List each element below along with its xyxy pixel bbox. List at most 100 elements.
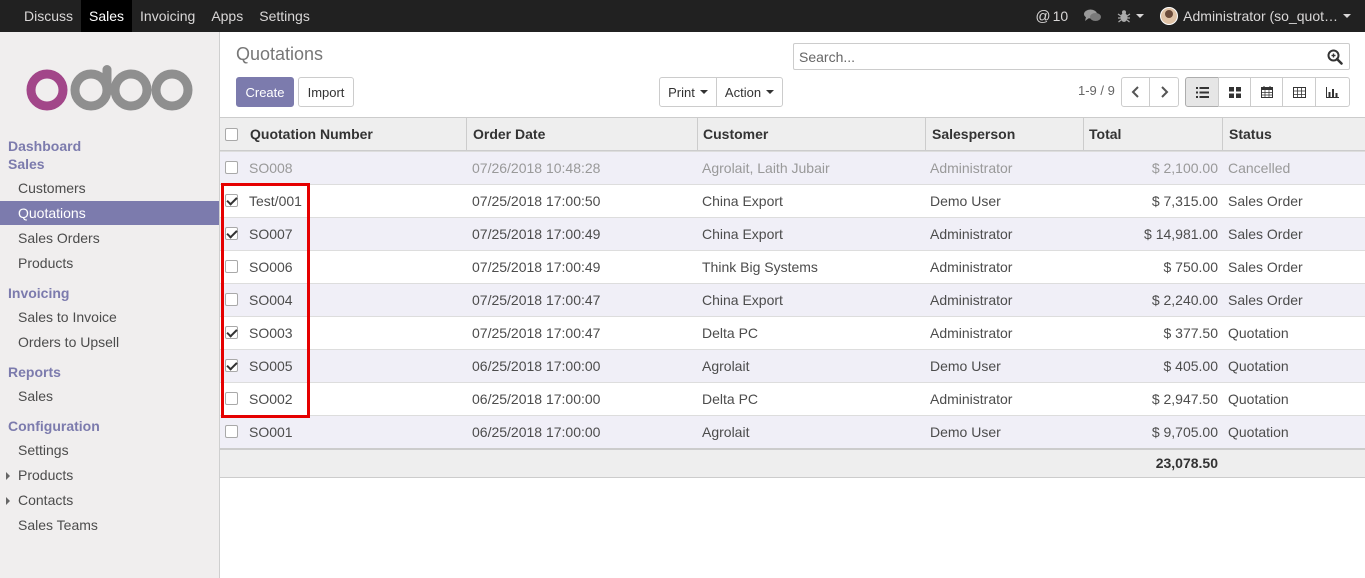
cell-quotation-number: SO006: [249, 259, 293, 275]
column-header-date[interactable]: Order Date: [473, 118, 545, 150]
column-header-number[interactable]: Quotation Number: [250, 118, 373, 150]
row-checkbox[interactable]: [225, 392, 238, 405]
cell-total: $ 9,705.00: [1151, 424, 1218, 440]
column-divider: [925, 118, 926, 152]
cell-quotation-number: SO001: [249, 424, 293, 440]
pager-next-button[interactable]: [1149, 77, 1179, 107]
messaging-button[interactable]: [1076, 0, 1109, 32]
at-icon: @: [1035, 7, 1051, 25]
debug-menu-button[interactable]: [1109, 0, 1152, 32]
cell-quotation-number: SO007: [249, 226, 293, 242]
sidebar-item-contacts[interactable]: Contacts: [0, 488, 219, 512]
sidebar-item-sales-teams[interactable]: Sales Teams: [0, 513, 219, 537]
cell-salesperson: Demo User: [930, 424, 1001, 440]
sidebar-dashboard[interactable]: Dashboard: [8, 138, 81, 154]
user-menu[interactable]: Administrator (so_quot…: [1152, 0, 1359, 32]
menu-apps[interactable]: Apps: [203, 0, 251, 32]
mentions-button[interactable]: @ 10: [1027, 0, 1076, 32]
cell-total: $ 14,981.00: [1144, 226, 1218, 242]
kanban-view-icon: [1228, 86, 1241, 98]
cell-total: $ 2,947.50: [1151, 391, 1218, 407]
calendar-view-button[interactable]: [1250, 77, 1283, 107]
create-button[interactable]: Create: [236, 77, 294, 107]
cell-status: Sales Order: [1228, 193, 1303, 209]
chevron-down-icon: [1136, 14, 1145, 18]
search-input[interactable]: [794, 44, 1314, 69]
row-checkbox[interactable]: [225, 260, 238, 273]
sidebar-item-quotations[interactable]: Quotations: [0, 201, 219, 225]
sidebar-item-reports-sales[interactable]: Sales: [0, 384, 219, 408]
row-checkbox[interactable]: [225, 326, 238, 339]
cell-total: $ 2,100.00: [1151, 160, 1218, 176]
column-header-total[interactable]: Total: [1089, 118, 1121, 150]
systray: @ 10 Administrator (so_quot…: [1027, 0, 1365, 32]
table-row[interactable]: Test/001 07/25/2018 17:00:50 China Export D…: [220, 184, 1365, 217]
table-row[interactable]: SO005 06/25/2018 17:00:00 Agrolait Demo Use…: [220, 349, 1365, 382]
row-checkbox[interactable]: [225, 194, 238, 207]
cell-quotation-number: Test/001: [249, 193, 302, 209]
sidebar-section-invoicing[interactable]: Invoicing: [8, 285, 69, 301]
sidebar-item-customers[interactable]: Customers: [0, 176, 219, 200]
row-checkbox[interactable]: [225, 359, 238, 372]
graph-view-button[interactable]: [1315, 77, 1350, 107]
cell-quotation-number: SO005: [249, 358, 293, 374]
cell-status: Cancelled: [1228, 160, 1291, 176]
table-row[interactable]: SO004 07/25/2018 17:00:47 China Export Admi…: [220, 283, 1365, 316]
select-all-checkbox[interactable]: [225, 128, 238, 141]
cell-total: $ 377.50: [1163, 325, 1219, 341]
kanban-view-button[interactable]: [1218, 77, 1251, 107]
pager-previous-button[interactable]: [1121, 77, 1150, 107]
cell-total: $ 7,315.00: [1151, 193, 1218, 209]
column-header-customer[interactable]: Customer: [703, 118, 768, 150]
print-dropdown[interactable]: Print: [659, 77, 717, 107]
action-dropdown[interactable]: Action: [716, 77, 783, 107]
column-header-salesperson[interactable]: Salesperson: [932, 118, 1015, 150]
column-divider: [697, 118, 698, 152]
pivot-view-button[interactable]: [1282, 77, 1316, 107]
pager-value[interactable]: 1-9 / 9: [1078, 83, 1115, 98]
menu-sales[interactable]: Sales: [81, 0, 133, 32]
row-checkbox[interactable]: [225, 293, 238, 306]
sidebar-item-settings[interactable]: Settings: [0, 438, 219, 462]
row-checkbox[interactable]: [225, 161, 238, 174]
cell-status: Sales Order: [1228, 259, 1303, 275]
sidebar-item-config-products[interactable]: Products: [0, 463, 219, 487]
sidebar-section-reports[interactable]: Reports: [8, 364, 61, 380]
cell-customer: Agrolait: [702, 424, 750, 440]
calendar-icon: [1260, 86, 1273, 98]
sidebar-item-products[interactable]: Products: [0, 251, 219, 275]
table-footer: 23,078.50: [220, 448, 1365, 478]
table-row[interactable]: SO001 06/25/2018 17:00:00 Agrolait Demo Use…: [220, 415, 1365, 448]
cell-order-date: 06/25/2018 17:00:00: [472, 391, 601, 407]
chevron-down-icon: [1343, 14, 1351, 18]
import-button[interactable]: Import: [298, 77, 354, 107]
page-title: Quotations: [236, 44, 324, 64]
column-header-status[interactable]: Status: [1229, 118, 1272, 150]
table-row[interactable]: SO003 07/25/2018 17:00:47 Delta PC Administ…: [220, 316, 1365, 349]
sidebar-section-sales[interactable]: Sales: [8, 156, 45, 172]
sidebar-item-sales-to-invoice[interactable]: Sales to Invoice: [0, 305, 219, 329]
chevron-down-icon: [766, 90, 775, 94]
row-checkbox[interactable]: [225, 227, 238, 240]
list-view-icon: [1195, 86, 1209, 98]
menu-discuss[interactable]: Discuss: [16, 0, 81, 32]
sidebar-section-configuration[interactable]: Configuration: [8, 418, 100, 434]
bug-icon: [1117, 10, 1131, 23]
menu-settings[interactable]: Settings: [251, 0, 318, 32]
table-row[interactable]: SO006 07/25/2018 17:00:49 Think Big System…: [220, 250, 1365, 283]
sidebar-item-sales-orders[interactable]: Sales Orders: [0, 226, 219, 250]
menu-invoicing[interactable]: Invoicing: [132, 0, 203, 32]
table-row[interactable]: SO008 07/26/2018 10:48:28 Agrolait, Laith …: [220, 151, 1365, 184]
chat-bubbles-icon: [1084, 9, 1102, 21]
sidebar-item-label: Products: [18, 467, 74, 483]
chevron-right-icon: [1161, 86, 1169, 98]
sidebar-item-orders-to-upsell[interactable]: Orders to Upsell: [0, 330, 219, 354]
table-row[interactable]: SO007 07/25/2018 17:00:49 China Export Admi…: [220, 217, 1365, 250]
sum-total: 23,078.50: [1155, 455, 1218, 471]
row-checkbox[interactable]: [225, 425, 238, 438]
search-icon[interactable]: [1327, 49, 1343, 65]
table-header: Quotation Number Order Date Customer Sal…: [220, 117, 1365, 152]
table-row[interactable]: SO002 06/25/2018 17:00:00 Delta PC Administ…: [220, 382, 1365, 415]
list-view-button[interactable]: [1185, 77, 1219, 107]
cell-order-date: 07/25/2018 17:00:47: [472, 292, 601, 308]
